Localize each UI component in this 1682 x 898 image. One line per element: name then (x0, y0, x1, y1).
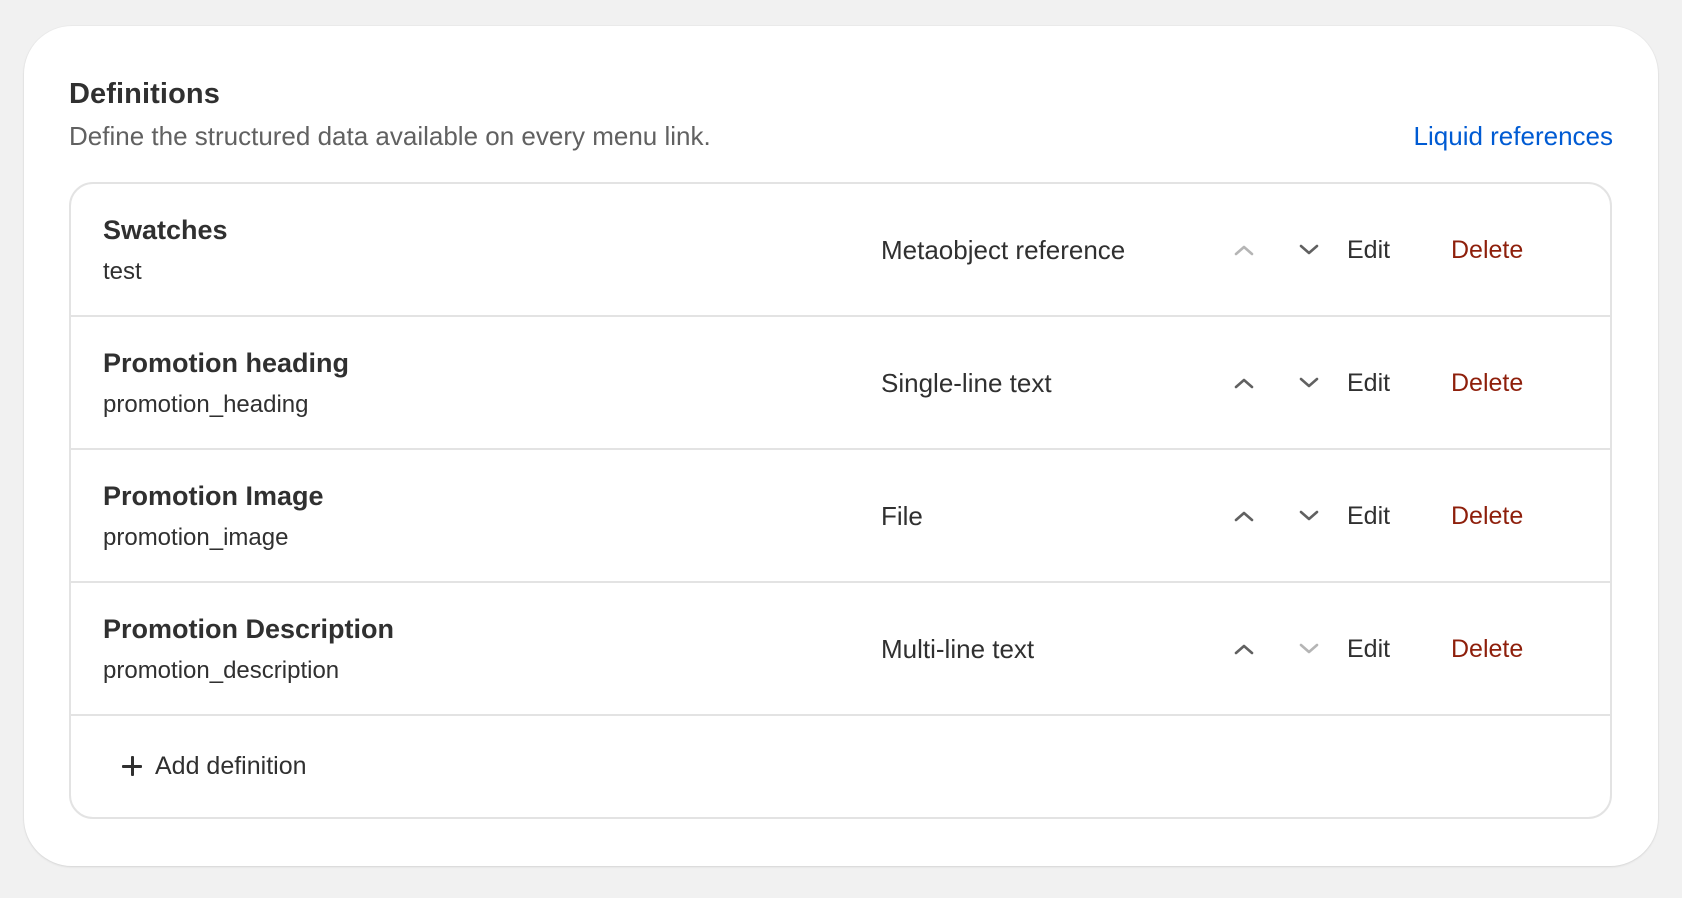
chevron-down-icon (1299, 377, 1319, 388)
section-subtitle: Define the structured data available on … (69, 121, 711, 151)
delete-button[interactable]: Delete (1443, 496, 1531, 536)
liquid-references-link[interactable]: Liquid references (1414, 116, 1613, 156)
chevron-down-icon (1299, 244, 1319, 255)
move-down-button[interactable] (1289, 496, 1329, 536)
definition-row: Swatches test Metaobject reference Edit … (71, 184, 1610, 317)
move-up-button[interactable] (1224, 230, 1264, 270)
definition-type: Multi-line text (881, 634, 1035, 664)
chevron-down-icon (1299, 510, 1319, 521)
add-definition-button[interactable]: Add definition (121, 746, 307, 786)
definition-name: Promotion Image (103, 481, 324, 511)
definition-name: Promotion heading (103, 348, 349, 378)
chevron-down-icon (1299, 643, 1319, 654)
definition-name: Swatches (103, 215, 228, 245)
move-down-button[interactable] (1289, 629, 1329, 669)
chevron-up-icon (1234, 245, 1254, 256)
chevron-up-icon (1234, 378, 1254, 389)
edit-button[interactable]: Edit (1339, 496, 1398, 536)
definition-type: Metaobject reference (881, 235, 1126, 265)
definition-type: File (881, 501, 923, 531)
definition-type: Single-line text (881, 368, 1052, 398)
chevron-up-icon (1234, 511, 1254, 522)
definitions-list: Swatches test Metaobject reference Edit … (69, 182, 1612, 819)
definition-row: Promotion Description promotion_descript… (71, 583, 1610, 716)
move-down-button[interactable] (1289, 230, 1329, 270)
section-title: Definitions (69, 78, 220, 110)
move-up-button[interactable] (1224, 363, 1264, 403)
definition-name: Promotion Description (103, 614, 395, 644)
definition-row: Promotion Image promotion_image File Edi… (71, 450, 1610, 583)
definition-key: promotion_heading (103, 391, 309, 418)
move-up-button[interactable] (1224, 629, 1264, 669)
move-up-button[interactable] (1224, 496, 1264, 536)
card-header: Definitions Define the structured data a… (69, 72, 1613, 172)
edit-button[interactable]: Edit (1339, 363, 1398, 403)
add-definition-row: Add definition (71, 716, 1610, 816)
definition-key: test (103, 258, 142, 285)
edit-button[interactable]: Edit (1339, 629, 1398, 669)
delete-button[interactable]: Delete (1443, 230, 1531, 270)
plus-icon (121, 755, 143, 777)
delete-button[interactable]: Delete (1443, 363, 1531, 403)
definition-key: promotion_description (103, 657, 340, 684)
add-definition-label: Add definition (155, 752, 307, 780)
definitions-card: Definitions Define the structured data a… (24, 26, 1658, 866)
delete-button[interactable]: Delete (1443, 629, 1531, 669)
chevron-up-icon (1234, 644, 1254, 655)
definition-row: Promotion heading promotion_heading Sing… (71, 317, 1610, 450)
definition-key: promotion_image (103, 524, 289, 551)
move-down-button[interactable] (1289, 363, 1329, 403)
edit-button[interactable]: Edit (1339, 230, 1398, 270)
